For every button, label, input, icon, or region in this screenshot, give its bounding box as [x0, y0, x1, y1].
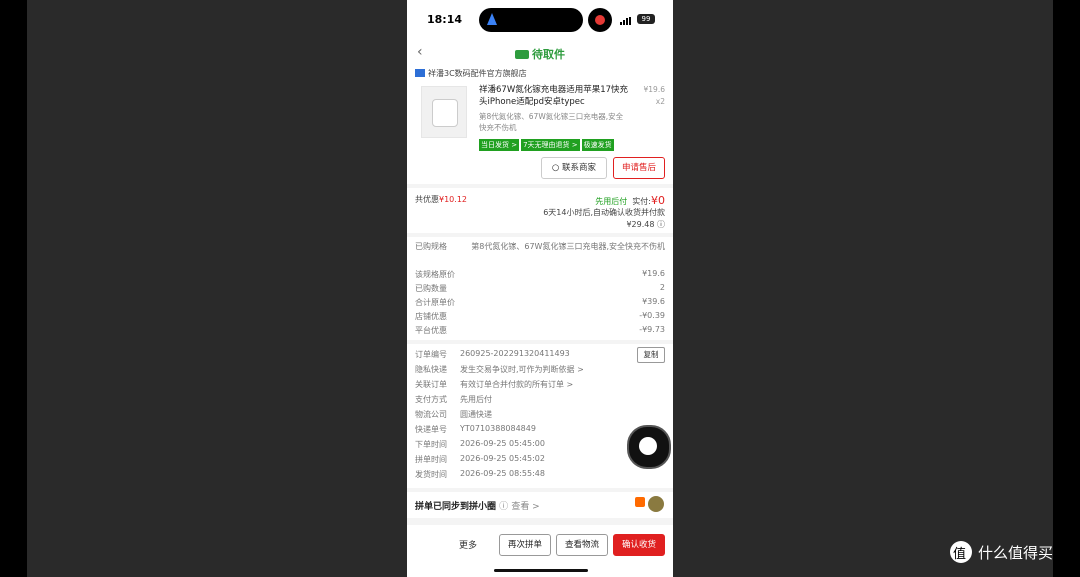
reorder-button[interactable]: 再次拼单	[499, 534, 551, 556]
view-logistics-button[interactable]: 查看物流	[556, 534, 608, 556]
order-info-value: 2026-09-25 05:45:02	[460, 454, 545, 463]
smzdm-logo-icon	[950, 541, 972, 563]
watermark-logo: 什么值得买	[950, 541, 1053, 563]
tag-fast-ship[interactable]: 极速发货	[581, 139, 614, 151]
dynamic-island	[479, 8, 583, 32]
goods-price: ¥19.6 x2	[639, 84, 665, 108]
spec-label: 已购规格	[415, 242, 447, 251]
more-button[interactable]: 更多	[459, 538, 477, 551]
paid-row: 先用后付 实付:¥0	[595, 194, 665, 207]
auto-amount[interactable]: ¥29.48 ⓘ	[626, 219, 665, 230]
spec-detail: 已购规格 第8代氮化镓、67W氮化镓三口充电器,安全快充不伤机 该规格原价 ¥19…	[407, 237, 673, 340]
confirm-receipt-button[interactable]: 确认收货	[613, 534, 665, 556]
charger-image	[432, 99, 458, 127]
page-title-text: 待取件	[532, 48, 565, 61]
truck-icon	[515, 50, 529, 59]
discount-value: ¥10.12	[439, 195, 467, 204]
status-bar: 18:14 99	[407, 0, 673, 40]
order-info-value: 260925-2022913204114​93	[460, 349, 570, 358]
order-info-label: 隐私快递	[415, 365, 447, 374]
paid-label: 实付:	[632, 197, 651, 206]
lock-icon	[635, 497, 645, 507]
phone-screen: 18:14 99 ‹ 待取件 祥潘3C数码配件官方旗舰店 祥潘67W氮化镓充电器…	[407, 0, 673, 577]
sync-bar[interactable]: 拼单已同步到拼小圈 ⓘ 查看 >	[407, 492, 673, 518]
goods-card: 祥潘3C数码配件官方旗舰店 祥潘67W氮化镓充电器适用苹果17快充头iPhone…	[407, 66, 673, 184]
chat-icon: ○	[551, 163, 563, 173]
order-info-label: 快递单号	[415, 425, 447, 434]
auto-confirm-note: 6天14小时后,自动确认收货并付款	[543, 208, 665, 217]
goods-qty: x2	[655, 97, 665, 106]
home-indicator[interactable]	[494, 569, 588, 572]
page-title: 待取件	[407, 46, 673, 62]
sync-text: 拼单已同步到拼小圈 ⓘ 查看 >	[415, 502, 540, 512]
order-info-label: 拼单时间	[415, 455, 447, 464]
order-info-label: 物流公司	[415, 410, 447, 419]
assistive-touch-button[interactable]	[627, 425, 671, 469]
contact-seller-button[interactable]: ○ 联系商家	[541, 157, 607, 179]
goods-image[interactable]	[421, 86, 467, 138]
service-tags: 当日发货 >7天无理由退货 > 极速发货	[479, 139, 616, 151]
goods-title[interactable]: 祥潘67W氮化镓充电器适用苹果17快充头iPhone适配pd安卓typec	[479, 84, 629, 108]
tag-7day-return[interactable]: 7天无理由退货 >	[521, 139, 580, 151]
paid-value: ¥0	[651, 194, 665, 207]
order-info-value: 圆通快递	[460, 410, 492, 419]
shop-icon	[415, 69, 425, 77]
order-info-value: YT0710388084849	[460, 424, 536, 433]
order-info-label: 订单编号	[415, 350, 447, 359]
order-info-value: 2026-09-25 08:55:48	[460, 469, 545, 478]
order-info-label: 下单时间	[415, 440, 447, 449]
battery-icon: 99	[637, 14, 655, 24]
order-info-label: 发货时间	[415, 470, 447, 479]
payment-summary: 共优惠¥10.12 先用后付 实付:¥0 6天14小时后,自动确认收货并付款 ¥…	[407, 188, 673, 233]
copy-button[interactable]: 复制	[637, 347, 665, 363]
bottom-action-bar: 更多 再次拼单 查看物流 确认收货	[407, 525, 673, 577]
status-time: 18:14	[427, 13, 463, 26]
order-info-label: 关联订单	[415, 380, 447, 389]
help-icon: ⓘ	[657, 220, 665, 229]
aftersale-button[interactable]: 申请售后	[613, 157, 665, 179]
navigation-arrow-icon	[487, 13, 497, 25]
order-info-label: 支付方式	[415, 395, 447, 404]
discount-label: 共优惠¥10.12	[415, 195, 467, 204]
screen-record-icon	[588, 8, 612, 32]
unit-price: ¥19.6	[643, 85, 665, 94]
help-icon: ⓘ	[499, 502, 509, 512]
signal-icon	[620, 17, 632, 25]
goods-spec: 第8代氮化镓、67W氮化镓三口充电器,安全快充不伤机	[479, 112, 624, 132]
nav-bar: ‹ 待取件	[407, 40, 673, 66]
tag-same-day[interactable]: 当日发货 >	[479, 139, 520, 151]
pay-later-label: 先用后付	[595, 197, 628, 206]
order-info-value: 2026-09-25 05:45:00	[460, 439, 545, 448]
avatar	[648, 496, 664, 512]
order-info-value: 先用后付	[460, 395, 492, 404]
left-border	[0, 0, 27, 577]
order-info-value[interactable]: 有效订单合并付款的所有订单 >	[460, 379, 573, 390]
sync-link[interactable]: 查看 >	[511, 502, 539, 512]
order-info-value[interactable]: 发生交易争议时,可作为判断依据 >	[460, 364, 584, 375]
order-info: 订单编号 260925-2022913204114​93 复制 隐私快递 发生交易争…	[407, 344, 673, 488]
spec-value: 第8代氮化镓、67W氮化镓三口充电器,安全快充不伤机	[471, 242, 665, 251]
shop-name[interactable]: 祥潘3C数码配件官方旗舰店	[415, 68, 527, 79]
